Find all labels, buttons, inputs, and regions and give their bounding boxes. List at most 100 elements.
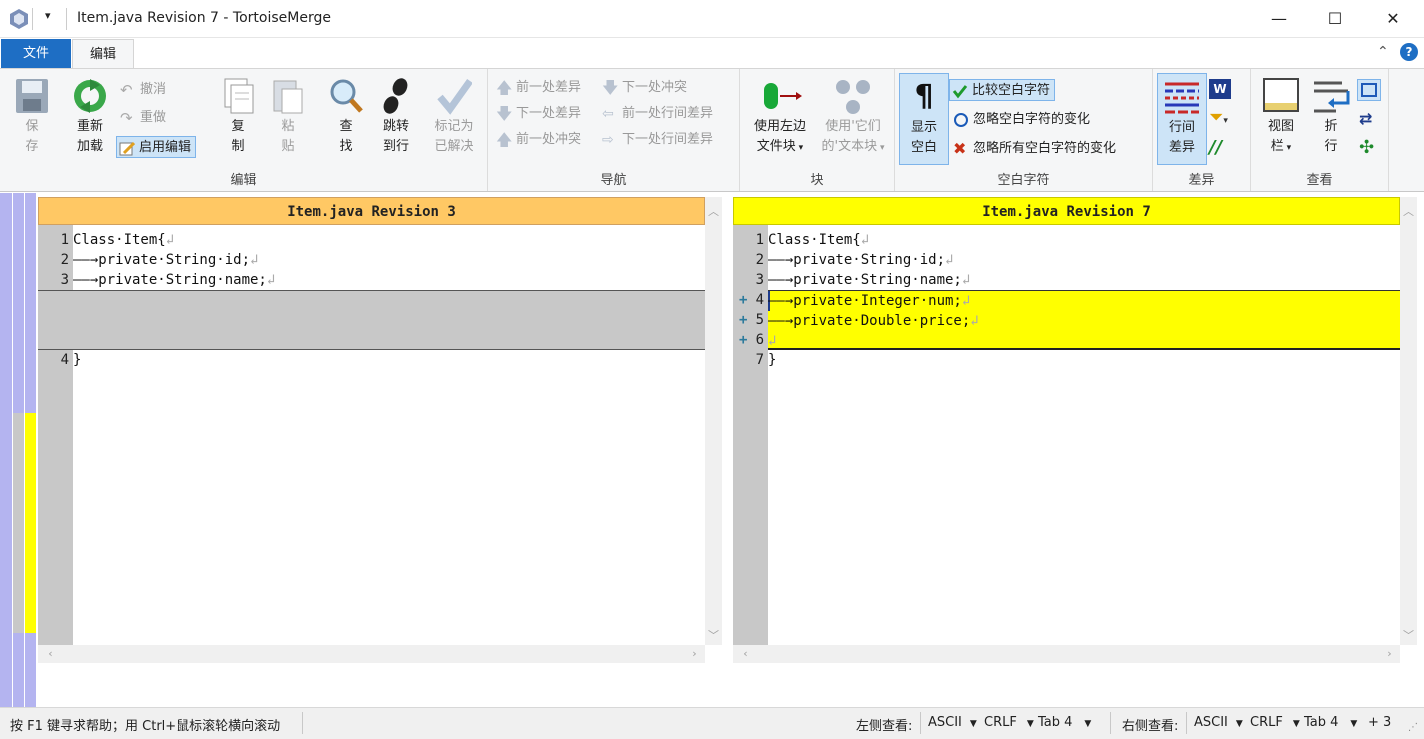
right-horizontal-scrollbar[interactable]: ‹ › (733, 645, 1400, 663)
collapse-ribbon-icon[interactable]: ⌃ (1377, 44, 1389, 60)
find-button[interactable]: 查找 (324, 77, 368, 157)
quick-access-dropdown-icon[interactable]: ▾ (45, 9, 51, 22)
left-eol-dropdown[interactable]: CRLF ▼ (984, 715, 1034, 730)
checkmark-icon (952, 85, 968, 99)
scroll-left-icon[interactable]: ‹ (42, 647, 59, 660)
use-left-block-button[interactable]: 使用左边 文件块 ▾ (744, 77, 816, 158)
filter-dropdown-icon[interactable]: ⏷▾ (1209, 107, 1241, 129)
diff-count: + 3 (1368, 715, 1392, 730)
mark-resolved-button[interactable]: 标记为 已解决 (426, 77, 482, 157)
tab-file[interactable]: 文件 (1, 39, 71, 69)
help-icon[interactable]: ? (1400, 43, 1418, 61)
empty-placeholder-block (38, 290, 705, 350)
wrap-lines-icon (1314, 81, 1350, 113)
show-whitespace-button[interactable]: ¶ 显示 空白 (899, 73, 949, 165)
minimize-button[interactable]: — (1250, 0, 1308, 38)
right-eol-dropdown[interactable]: CRLF ▼ (1250, 715, 1300, 730)
right-tab-dropdown[interactable]: Tab 4 ▼ (1304, 715, 1357, 730)
line-number: 3 (755, 272, 764, 288)
left-vertical-scrollbar[interactable]: ︿ ﹀ (705, 197, 722, 645)
left-line-gutter: 1 2 3 4 (38, 225, 73, 645)
inline-diff-button[interactable]: 行间 差异 (1157, 73, 1207, 165)
scroll-down-icon[interactable]: ﹀ (1400, 627, 1417, 643)
diff-area: Item.java Revision 3 1 2 3 4 Class·Item{… (0, 193, 1424, 707)
scroll-right-icon[interactable]: › (686, 647, 703, 660)
compare-whitespace-option[interactable]: 比较空白字符 (949, 79, 1056, 101)
next-conflict-button[interactable]: 🡇 下一处冲突 (600, 77, 687, 99)
added-line-icon: + (739, 312, 748, 328)
right-vertical-scrollbar[interactable]: ︿ ﹀ (1400, 197, 1417, 645)
right-encoding-dropdown[interactable]: ASCII ▼ (1194, 715, 1243, 730)
dropdown-arrow-icon: ▼ (1350, 719, 1358, 729)
code-line-added: ↲ (768, 333, 777, 349)
tab-edit[interactable]: 编辑 (72, 39, 134, 69)
scroll-left-icon[interactable]: ‹ (737, 647, 754, 660)
arrow-left-icon: ⇦ (602, 106, 614, 122)
tortoise-app-icon[interactable] (8, 8, 30, 30)
right-line-gutter: 1 2 3 +4 +5 +6 7 (733, 225, 768, 645)
group-label-block: 块 (810, 173, 824, 188)
scroll-up-icon[interactable]: ︿ (1400, 203, 1417, 219)
enable-edit-button[interactable]: 启用编辑 (116, 136, 197, 158)
resize-grip-icon[interactable]: ⋰ (1408, 722, 1418, 733)
group-edit: 保存 重新 加载 ↶ 撤消 ↷ 重做 启用编辑 复制 粘贴 查找 跳转 到行 标… (0, 69, 488, 191)
word-diff-icon[interactable]: W (1209, 79, 1231, 99)
locator-bar-left[interactable] (0, 193, 12, 707)
next-inline-diff-button[interactable]: ⇨ 下一处行间差异 (600, 129, 713, 151)
prev-inline-diff-button[interactable]: ⇦ 前一处行间差异 (600, 103, 713, 125)
diff-lines-icon[interactable]: // (1209, 137, 1231, 159)
scroll-right-icon[interactable]: › (1381, 647, 1398, 660)
reload-button[interactable]: 重新 加载 (66, 77, 114, 157)
left-horizontal-scrollbar[interactable]: ‹ › (38, 645, 705, 663)
dropdown-arrow-icon: ▾ (795, 143, 804, 153)
prev-conflict-button[interactable]: 🡅 前一处冲突 (494, 129, 581, 151)
window-title: Item.java Revision 7 - TortoiseMerge (77, 10, 331, 26)
next-diff-button[interactable]: 🡇 下一处差异 (494, 103, 581, 125)
maximize-button[interactable]: ☐ (1306, 0, 1364, 38)
prev-diff-button[interactable]: 🡅 前一处差异 (494, 77, 581, 99)
separator (302, 712, 303, 734)
separator (32, 8, 33, 30)
collapse-view-icon[interactable]: ✣ (1359, 137, 1374, 158)
line-number-added: +4 (739, 292, 764, 308)
group-navigation: 🡅 前一处差异 🡇 下一处差异 🡅 前一处冲突 🡇 下一处冲突 ⇦ 前一处行间差异 ⇨ 下一… (488, 69, 740, 191)
swap-panes-icon[interactable]: ⇄ (1359, 109, 1372, 128)
redo-button[interactable]: ↷ 重做 (118, 107, 166, 129)
status-bar: 按 F1 键寻求帮助；用 Ctrl+鼠标滚轮横向滚动 左侧查看: ASCII ▼ … (0, 707, 1424, 739)
code-line: } (73, 352, 82, 368)
goto-line-button[interactable]: 跳转 到行 (374, 77, 418, 157)
group-diff: 行间 差异 W ⏷▾ // 差异 (1153, 69, 1251, 191)
save-button[interactable]: 保存 (8, 77, 56, 157)
edit-pencil-icon (119, 141, 135, 156)
left-pane-header: Item.java Revision 3 (38, 197, 705, 225)
line-number: 2 (60, 252, 69, 268)
dropdown-arrow-icon: ▼ (969, 719, 977, 729)
right-code-area[interactable]: Class·Item{↲ ——→private·String·id;↲ ——→p… (768, 225, 1400, 645)
redo-icon: ↷ (120, 109, 133, 127)
arrow-down-icon: 🡇 (496, 104, 513, 123)
ignore-whitespace-change-option[interactable]: 忽略空白字符的变化 (951, 109, 1090, 131)
use-their-block-button[interactable]: 使用'它们 的'文本块 ▾ (816, 77, 890, 158)
title-bar: ▾ Item.java Revision 7 - TortoiseMerge —… (0, 0, 1424, 38)
close-button[interactable]: ✕ (1364, 0, 1422, 38)
undo-button[interactable]: ↶ 撤消 (118, 79, 166, 101)
dropdown-arrow-icon: ▼ (1292, 719, 1300, 729)
dropdown-arrow-icon: ▾ (1283, 143, 1292, 153)
view-bar-button[interactable]: 视图栏 ▾ (1255, 77, 1307, 158)
book-icon (1263, 78, 1299, 112)
paste-button[interactable]: 粘贴 (266, 77, 310, 157)
locator-bar-middle[interactable] (13, 193, 24, 707)
copy-button[interactable]: 复制 (216, 77, 260, 157)
scroll-down-icon[interactable]: ﹀ (705, 627, 722, 643)
two-pane-view-icon[interactable] (1357, 79, 1381, 101)
code-line: ——→private·String·id;↲ (768, 252, 954, 268)
ignore-all-whitespace-option[interactable]: ✖ 忽略所有空白字符的变化 (951, 138, 1116, 160)
checkmark-icon (437, 78, 472, 115)
left-tab-dropdown[interactable]: Tab 4 ▼ (1038, 715, 1091, 730)
x-mark-icon: ✖ (953, 139, 967, 158)
left-code-area[interactable]: Class·Item{↲ ——→private·String·id;↲ ——→p… (38, 225, 705, 645)
wrap-lines-button[interactable]: 折行 (1309, 77, 1353, 157)
left-encoding-dropdown[interactable]: ASCII ▼ (928, 715, 977, 730)
locator-bar-right[interactable] (25, 193, 36, 707)
scroll-up-icon[interactable]: ︿ (705, 203, 722, 219)
